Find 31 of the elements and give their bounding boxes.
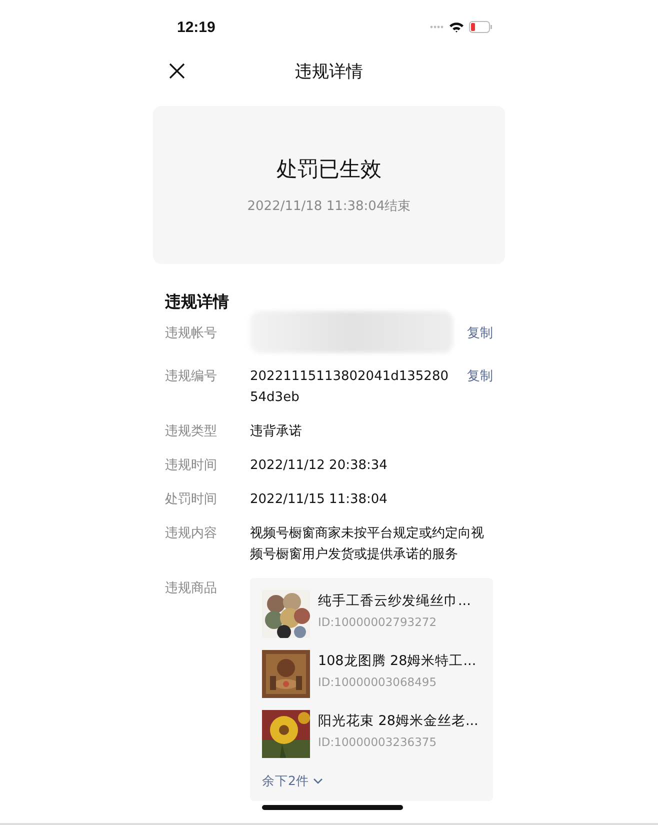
product-name[interactable]: 纯手工香云纱发绳丝巾... (318, 590, 471, 612)
field-value: 2022/11/12 20:38:34 (250, 457, 388, 475)
product-id: ID:10000003236375 (318, 734, 438, 751)
page-title: 违规详情 (295, 60, 363, 82)
field-value: 2022/11/15 11:38:04 (250, 491, 388, 509)
field-label: 违规帐号 (165, 325, 218, 343)
section-title: 违规详情 (165, 292, 230, 313)
field-value: 违背承诺 (250, 423, 303, 441)
field-label: 违规编号 (165, 368, 218, 386)
status-title: 处罚已生效 (276, 156, 382, 183)
status-time: 12:19 (177, 18, 216, 36)
more-link[interactable]: 余下2件 (262, 770, 309, 791)
field-value: 视频号橱窗商家未按平台规定或约定向视频号橱窗用户发货或提供承诺的服务 (250, 525, 485, 564)
product-id: ID:10000002793272 (318, 614, 438, 631)
wifi-icon (449, 22, 464, 32)
status-subtitle: 2022/11/18 11:38:04结束 (247, 198, 411, 215)
field-label: 违规内容 (165, 525, 218, 543)
chevron-down-icon[interactable] (312, 778, 323, 784)
copy-link[interactable]: 复制 (467, 366, 493, 408)
field-label: 违规类型 (165, 423, 218, 441)
field-label: 违规时间 (165, 457, 218, 475)
product-name[interactable]: 阳光花束 28姆米金丝老... (318, 710, 478, 732)
field-label: 违规商品 (165, 580, 218, 598)
field-value: 20221115113802041d13528054d3eb (250, 368, 450, 407)
copy-link[interactable]: 复制 (467, 323, 493, 353)
close-icon[interactable] (168, 62, 186, 80)
field-label: 处罚时间 (165, 491, 218, 509)
product-id: ID:10000003068495 (318, 674, 438, 691)
signal-icon (430, 25, 444, 29)
battery-icon (469, 21, 493, 33)
product-name[interactable]: 108龙图腾 28姆米特工... (318, 650, 476, 672)
